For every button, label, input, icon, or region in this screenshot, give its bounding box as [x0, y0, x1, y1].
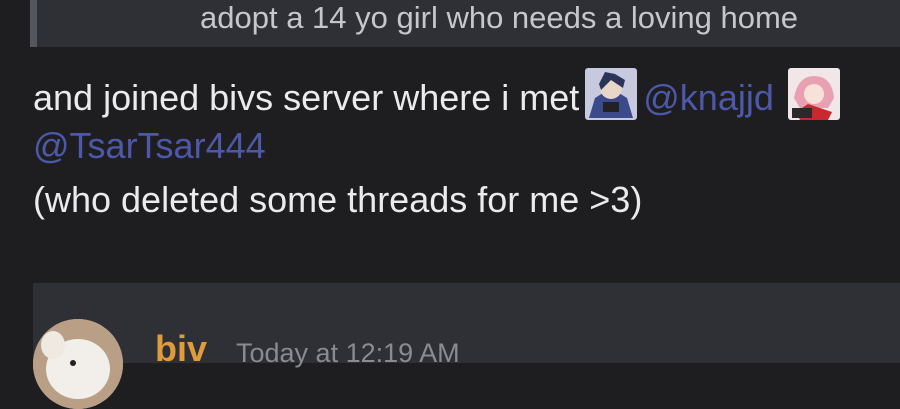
message-timestamp: Today at 12:19 AM [236, 338, 460, 368]
biv-avatar-icon[interactable] [33, 319, 123, 409]
mention-tsartsar444[interactable]: @TsarTsar444 [33, 125, 266, 166]
username[interactable]: biv [155, 327, 207, 371]
tsartsar-avatar-icon[interactable] [787, 68, 840, 120]
quote-bar [30, 0, 37, 47]
message-text-2: (who deleted some threads for me >3) [33, 179, 643, 220]
message-line-1: and joined bivs server where i met @knajj… [33, 68, 846, 120]
quoted-message-text: adopt a 14 yo girl who needs a loving ho… [200, 0, 799, 35]
knajjd-avatar-icon[interactable] [585, 68, 638, 120]
mention-knajjd[interactable]: @knajjd [643, 77, 774, 118]
message-line-2: @TsarTsar444 [33, 124, 266, 168]
message-text: and joined bivs server where i met [33, 77, 580, 118]
message-line-3: (who deleted some threads for me >3) [33, 178, 642, 222]
